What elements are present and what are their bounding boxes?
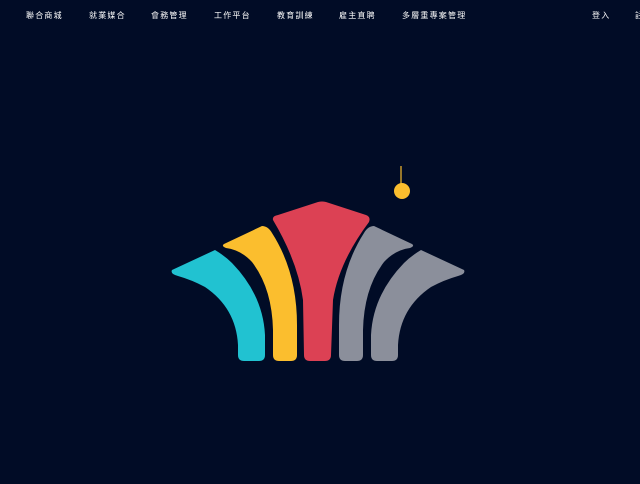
graduation-cap-logo-icon [171,166,465,361]
logo-gray-band-outer [371,250,465,361]
hero-logo [0,0,640,480]
logo-teal-band [171,250,265,361]
logo-tassel-dot [394,183,410,199]
